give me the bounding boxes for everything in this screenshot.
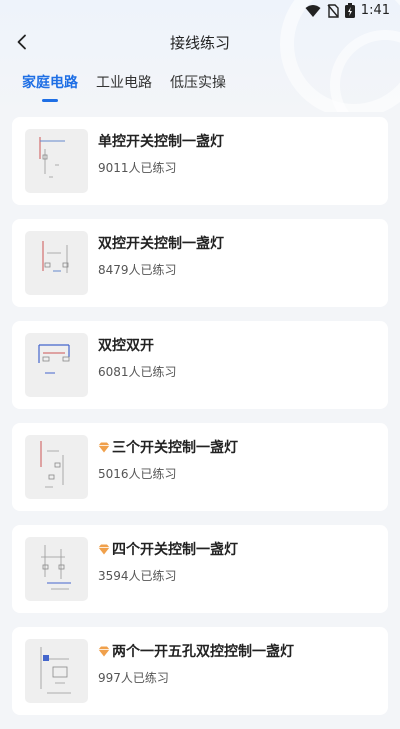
exercise-title-text: 三个开关控制一盏灯	[112, 440, 238, 456]
exercise-title-text: 两个一开五孔双控控制一盏灯	[112, 644, 294, 660]
wifi-icon	[305, 4, 321, 17]
exercise-title-text: 四个开关控制一盏灯	[112, 542, 238, 558]
exercise-title-text: 双控双开	[98, 338, 154, 354]
tab-low-voltage-practice[interactable]: 低压实操	[170, 72, 226, 92]
circuit-thumbnail	[25, 537, 88, 601]
active-tab-indicator	[42, 99, 58, 102]
list-item[interactable]: 三个开关控制一盏灯 5016人已练习	[12, 423, 388, 511]
tab-label: 低压实操	[170, 75, 226, 91]
practice-count: 5016人已练习	[98, 467, 177, 481]
vip-diamond-icon	[98, 442, 110, 452]
exercise-title: 双控开关控制一盏灯	[98, 233, 224, 253]
page-title: 接线练习	[169, 34, 230, 52]
exercise-title: 四个开关控制一盏灯	[98, 539, 238, 559]
tab-home-circuit[interactable]: 家庭电路	[22, 72, 78, 102]
vip-diamond-icon	[98, 544, 110, 554]
list-item[interactable]: 单控开关控制一盏灯 9011人已练习	[12, 117, 388, 205]
exercise-title: 三个开关控制一盏灯	[98, 437, 238, 457]
practice-count: 6081人已练习	[98, 365, 177, 379]
practice-count: 997人已练习	[98, 671, 169, 685]
exercise-title: 两个一开五孔双控控制一盏灯	[98, 641, 294, 661]
exercise-list: 单控开关控制一盏灯 9011人已练习 双控开关控制一盏灯 8479人已练习 双控…	[12, 117, 388, 729]
tab-label: 工业电路	[96, 75, 152, 91]
tab-industrial-circuit[interactable]: 工业电路	[96, 72, 152, 92]
tab-label: 家庭电路	[22, 75, 78, 91]
list-item[interactable]: 四个开关控制一盏灯 3594人已练习	[12, 525, 388, 613]
exercise-title-text: 单控开关控制一盏灯	[98, 134, 224, 150]
battery-charging-icon	[344, 3, 355, 18]
no-sim-icon	[327, 3, 339, 18]
list-item[interactable]: 双控开关控制一盏灯 8479人已练习	[12, 219, 388, 307]
practice-count: 3594人已练习	[98, 569, 177, 583]
exercise-title: 双控双开	[98, 335, 154, 355]
exercise-title: 单控开关控制一盏灯	[98, 131, 224, 151]
list-item[interactable]: 两个一开五孔双控控制一盏灯 997人已练习	[12, 627, 388, 715]
practice-count: 8479人已练习	[98, 263, 177, 277]
status-time: 1:41	[360, 3, 390, 18]
app-header: 接线练习	[0, 26, 400, 58]
list-item[interactable]: 双控双开 6081人已练习	[12, 321, 388, 409]
circuit-thumbnail	[25, 435, 88, 499]
category-tabs: 家庭电路 工业电路 低压实操	[22, 72, 226, 102]
circuit-thumbnail	[25, 231, 88, 295]
vip-diamond-icon	[98, 646, 110, 656]
practice-count: 9011人已练习	[98, 161, 177, 175]
exercise-title-text: 双控开关控制一盏灯	[98, 236, 224, 252]
circuit-thumbnail	[25, 333, 88, 397]
status-bar: 1:41	[0, 0, 400, 24]
circuit-thumbnail	[25, 129, 88, 193]
circuit-thumbnail	[25, 639, 88, 703]
